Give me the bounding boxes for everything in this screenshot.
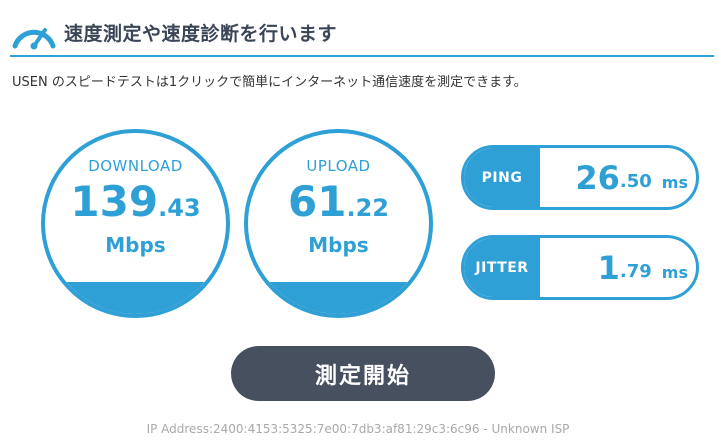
upload-value-decimal: .22: [346, 194, 389, 222]
start-measurement-button[interactable]: 測定開始: [231, 346, 495, 401]
download-value: 139.43: [45, 177, 226, 226]
ping-value-decimal: .50: [619, 171, 652, 192]
download-value-integer: 139: [70, 177, 159, 226]
ping-value: 26.50 ms: [575, 148, 688, 207]
jitter-value: 1.79 ms: [598, 238, 688, 297]
ping-unit: ms: [661, 173, 688, 192]
jitter-unit: ms: [661, 263, 688, 282]
jitter-value-integer: 1: [597, 248, 620, 287]
download-fill: [45, 282, 226, 314]
download-result-circle: DOWNLOAD 139.43 Mbps: [41, 129, 230, 318]
upload-result-circle: UPLOAD 61.22 Mbps: [244, 129, 433, 318]
upload-unit: Mbps: [308, 233, 369, 257]
title-divider: [10, 55, 714, 57]
ping-label: PING: [464, 148, 540, 207]
speedometer-icon: [12, 28, 56, 50]
jitter-label: JITTER: [464, 238, 540, 297]
description-text: USEN のスピードテストは1クリックで簡単にインターネット通信速度を測定できま…: [12, 75, 527, 90]
ping-value-integer: 26: [575, 158, 620, 197]
upload-value: 61.22: [248, 177, 429, 226]
ip-address-text: IP Address:2400:4153:5325:7e00:7db3:af81…: [146, 422, 570, 436]
upload-fill: [248, 282, 429, 314]
jitter-result: JITTER 1.79 ms: [461, 235, 699, 300]
header: 速度測定や速度診断を行います: [0, 0, 716, 58]
download-label: DOWNLOAD: [88, 157, 183, 175]
ping-result: PING 26.50 ms: [461, 145, 699, 210]
download-value-decimal: .43: [158, 194, 201, 222]
page-title: 速度測定や速度診断を行います: [64, 23, 338, 45]
download-unit: Mbps: [105, 233, 166, 257]
upload-value-integer: 61: [288, 177, 347, 226]
jitter-value-decimal: .79: [619, 261, 652, 282]
upload-label: UPLOAD: [306, 157, 371, 175]
